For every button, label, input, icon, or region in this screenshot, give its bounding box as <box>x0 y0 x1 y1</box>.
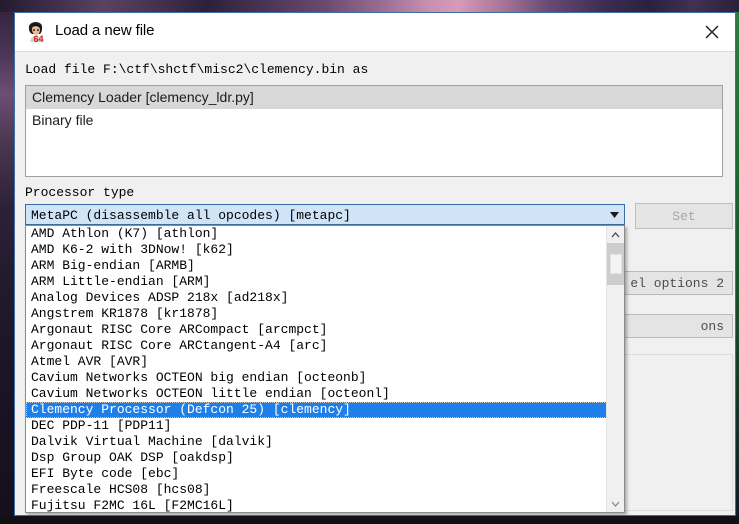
dropdown-option[interactable]: AMD Athlon (K7) [athlon] <box>26 226 607 242</box>
ida64-app-icon: 64 <box>24 20 48 44</box>
dropdown-option[interactable]: ARM Big-endian [ARMB] <box>26 258 607 274</box>
dropdown-option[interactable]: Analog Devices ADSP 218x [ad218x] <box>26 290 607 306</box>
scrollbar-track[interactable] <box>607 243 624 495</box>
combobox-value: MetaPC (disassemble all opcodes) [metapc… <box>31 208 351 223</box>
dropdown-option[interactable]: Cavium Networks OCTEON little endian [oc… <box>26 386 607 402</box>
dialog-title: Load a new file <box>55 22 155 39</box>
svg-text:64: 64 <box>34 34 44 44</box>
dropdown-option[interactable]: ARM Little-endian [ARM] <box>26 274 607 290</box>
dialog-title-bar: 64 Load a new file <box>15 13 735 51</box>
close-icon <box>705 25 719 39</box>
dropdown-option[interactable]: Clemency Processor (Defcon 25) [clemency… <box>26 402 607 418</box>
scroll-up-button[interactable] <box>607 226 624 243</box>
close-button[interactable] <box>689 13 735 51</box>
dropdown-scrollbar[interactable] <box>606 226 624 512</box>
scrollbar-thumb[interactable] <box>610 254 622 274</box>
dialog-client-area: Load file F:\ctf\shctf\misc2\clemency.bi… <box>15 51 735 515</box>
dropdown-option[interactable]: AMD K6-2 with 3DNow! [k62] <box>26 242 607 258</box>
dropdown-option[interactable]: Argonaut RISC Core ARCtangent-A4 [arc] <box>26 338 607 354</box>
dropdown-option-list[interactable]: AMD Athlon (K7) [athlon] AMD K6-2 with 3D… <box>26 226 607 512</box>
dropdown-option[interactable]: Freescale HCS08 [hcs08] <box>26 482 607 498</box>
chevron-down-icon <box>611 501 620 507</box>
dropdown-option[interactable]: EFI Byte code [ebc] <box>26 466 607 482</box>
processor-type-combobox[interactable]: MetaPC (disassemble all opcodes) [metapc… <box>25 204 625 225</box>
scroll-down-button[interactable] <box>607 495 624 512</box>
dropdown-option[interactable]: Fujitsu F2MC 16L [F2MC16L] <box>26 498 607 512</box>
dropdown-option[interactable]: Dalvik Virtual Machine [dalvik] <box>26 434 607 450</box>
dropdown-option[interactable]: DEC PDP-11 [PDP11] <box>26 418 607 434</box>
set-button[interactable]: Set <box>635 203 733 229</box>
dropdown-option[interactable]: Argonaut RISC Core ARCompact [arcmpct] <box>26 322 607 338</box>
desktop-bottom-edge <box>0 516 739 524</box>
right-options-group <box>611 354 733 511</box>
chevron-up-icon <box>611 231 620 237</box>
dropdown-option[interactable]: Atmel AVR [AVR] <box>26 354 607 370</box>
dropdown-option[interactable]: Dsp Group OAK DSP [oakdsp] <box>26 450 607 466</box>
list-item[interactable]: Binary file <box>26 109 722 132</box>
load-new-file-dialog: 64 Load a new file Load file F:\ctf\shct… <box>14 12 736 516</box>
dropdown-option[interactable]: Cavium Networks OCTEON big endian [octeo… <box>26 370 607 386</box>
loader-list[interactable]: Clemency Loader [clemency_ldr.py] Binary… <box>25 85 723 177</box>
load-file-label: Load file F:\ctf\shctf\misc2\clemency.bi… <box>25 62 369 77</box>
processor-type-dropdown[interactable]: AMD Athlon (K7) [athlon] AMD K6-2 with 3D… <box>25 225 625 513</box>
list-item[interactable]: Clemency Loader [clemency_ldr.py] <box>26 86 722 109</box>
chevron-down-icon[interactable] <box>606 207 622 222</box>
dropdown-option[interactable]: Angstrem KR1878 [kr1878] <box>26 306 607 322</box>
scrollbar-thumb-zone[interactable] <box>607 243 624 285</box>
processor-type-label: Processor type <box>25 185 135 200</box>
